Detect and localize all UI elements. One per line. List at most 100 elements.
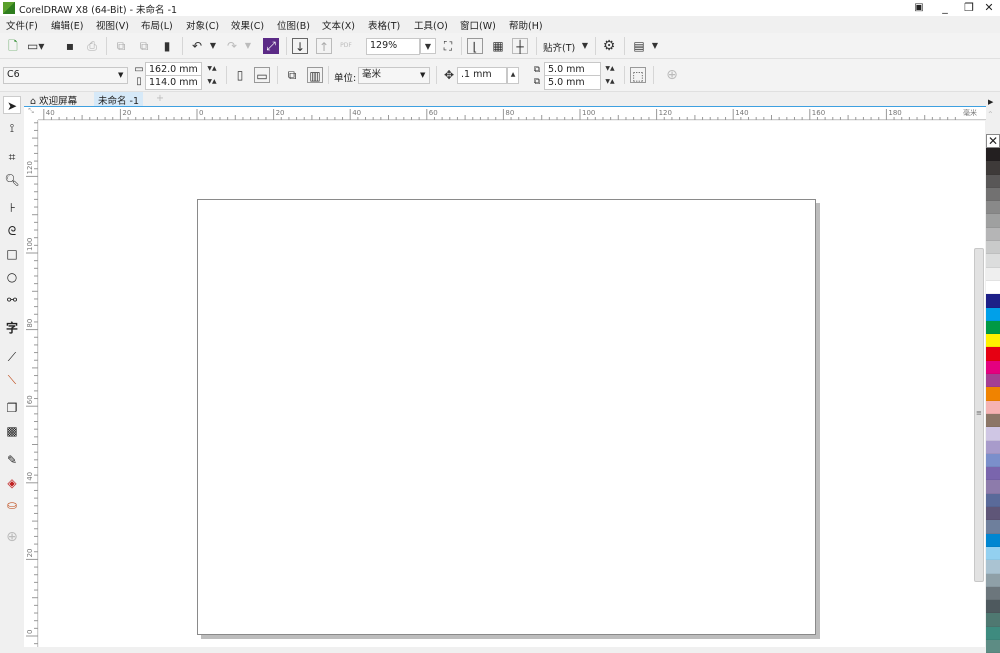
open-folder-icon[interactable]: ▭▾ (27, 38, 44, 54)
artistic-media-icon[interactable]: ᘓ (3, 222, 21, 240)
menu-view[interactable]: 视图(V) (96, 18, 129, 32)
interactive-fill-icon[interactable]: ◈ (3, 474, 21, 492)
tab-untitled-1[interactable]: 未命名 -1 (94, 92, 143, 107)
menu-effects[interactable]: 效果(C) (231, 18, 264, 32)
export-pdf-icon[interactable]: PDF (338, 38, 354, 54)
color-swatch[interactable] (986, 347, 1000, 361)
color-swatch[interactable] (986, 533, 1000, 547)
crop-tool-icon[interactable]: ⌗ (3, 148, 21, 166)
duplicate-y-spinner[interactable]: ▼▲ (600, 75, 620, 90)
zoom-tool-icon[interactable]: 🔍︎ (3, 171, 21, 189)
color-swatch[interactable] (986, 161, 1000, 175)
color-swatch[interactable] (986, 453, 1000, 468)
portrait-icon[interactable]: ▯ (232, 67, 248, 83)
shape-tool-icon[interactable]: ⟟ (3, 119, 21, 137)
zoom-dropdown-icon[interactable]: ▼ (420, 38, 436, 54)
menu-file[interactable]: 文件(F) (6, 18, 38, 32)
ellipse-tool-icon[interactable]: ○ (3, 268, 21, 286)
color-swatch[interactable] (986, 600, 1000, 614)
color-swatch[interactable] (986, 334, 1000, 348)
undo-icon[interactable]: ↶ (189, 38, 205, 54)
new-tab-button[interactable]: + (152, 92, 168, 106)
export-icon[interactable]: ↑ (316, 38, 332, 54)
palette-scroll-up-icon[interactable]: ⌃ (987, 110, 994, 119)
color-swatch[interactable] (986, 187, 1000, 202)
launcher-dropdown-icon[interactable]: ▼ (647, 38, 663, 54)
treat-as-filled-icon[interactable]: ⬚ (630, 67, 646, 83)
parallel-dimension-icon[interactable]: ⟋ (3, 348, 21, 366)
import-icon[interactable]: ↓ (292, 38, 308, 54)
color-swatch[interactable] (986, 507, 1000, 521)
color-swatch[interactable] (986, 639, 1000, 653)
color-swatch[interactable] (986, 560, 1000, 574)
menu-layout[interactable]: 布局(L) (141, 18, 173, 32)
color-swatch[interactable] (986, 493, 1000, 508)
color-swatch[interactable] (986, 227, 1000, 242)
color-swatch[interactable] (986, 586, 1000, 601)
copy-icon[interactable]: ⧉ (136, 38, 152, 54)
color-swatch[interactable] (986, 573, 1000, 587)
menu-object[interactable]: 对象(C) (186, 18, 219, 32)
color-eyedropper-icon[interactable]: ✎ (3, 451, 21, 469)
horizontal-ruler[interactable]: 40 20 0 20 40 60 80 100 120 140 160 180 毫米 (38, 107, 986, 120)
save-icon[interactable]: ▪ (62, 38, 78, 54)
account-icon[interactable]: ▣ (906, 0, 932, 16)
paste-icon[interactable]: ▮ (159, 38, 175, 54)
vertical-scrollbar[interactable]: ≡ (974, 248, 984, 582)
close-button[interactable]: ✕ (976, 0, 1000, 16)
cut-icon[interactable]: ⧉ (113, 38, 129, 54)
menu-table[interactable]: 表格(T) (368, 18, 400, 32)
redo-icon[interactable]: ↷ (224, 38, 240, 54)
polygon-tool-icon[interactable]: ⚯ (3, 291, 21, 309)
page-height-input[interactable]: 114.0 mm (145, 75, 202, 90)
color-swatch[interactable] (986, 480, 1000, 494)
color-swatch[interactable] (986, 174, 1000, 188)
color-swatch[interactable] (986, 427, 1000, 441)
text-tool-icon[interactable]: 字 (3, 319, 21, 337)
drop-shadow-icon[interactable]: ❐ (3, 399, 21, 417)
color-swatch[interactable] (986, 387, 1000, 401)
all-pages-icon[interactable]: ⧉ (284, 67, 300, 83)
connector-tool-icon[interactable]: ⟍ (3, 371, 21, 389)
color-swatch[interactable] (986, 467, 1000, 481)
menu-window[interactable]: 窗口(W) (460, 18, 496, 32)
color-swatch[interactable] (986, 400, 1000, 414)
nudge-spinner[interactable]: ▲ (507, 67, 519, 84)
color-swatch[interactable] (986, 320, 1000, 335)
rectangle-tool-icon[interactable]: □ (3, 245, 21, 263)
show-grid-icon[interactable]: ▦ (490, 38, 506, 54)
no-color-swatch[interactable]: ✕ (986, 134, 1000, 148)
menu-tools[interactable]: 工具(O) (414, 18, 448, 32)
color-swatch[interactable] (986, 546, 1000, 561)
tab-welcome-screen[interactable]: ⌂ 欢迎屏幕 (26, 92, 81, 107)
height-spinner[interactable]: ▼▲ (202, 75, 222, 90)
full-screen-icon[interactable]: ⛶ (440, 38, 456, 54)
search-content-icon[interactable]: ⤢ (263, 38, 279, 54)
color-swatch[interactable] (986, 360, 1000, 375)
add-icon[interactable]: ⊕ (664, 67, 680, 83)
application-launcher-icon[interactable]: ▤ (631, 38, 647, 54)
color-swatch[interactable] (986, 626, 1000, 640)
vertical-ruler[interactable]: 120 100 80 60 40 20 0 (24, 120, 38, 647)
color-swatch[interactable] (986, 267, 1000, 281)
show-guidelines-icon[interactable]: ┼ (512, 38, 528, 54)
color-swatch[interactable] (986, 214, 1000, 228)
color-swatch[interactable] (986, 374, 1000, 388)
color-swatch[interactable] (986, 201, 1000, 215)
undo-dropdown-icon[interactable]: ▼ (205, 38, 221, 54)
new-document-icon[interactable]: 🗋 (5, 38, 21, 54)
print-icon[interactable]: ⎙ (84, 38, 100, 54)
smart-fill-icon[interactable]: ⛀ (3, 496, 21, 514)
add-tool-icon[interactable]: ⊕ (3, 528, 21, 546)
color-swatch[interactable] (986, 413, 1000, 428)
docker-expand-icon[interactable]: ▶ (988, 98, 993, 106)
options-gear-icon[interactable]: ⚙ (601, 38, 617, 54)
duplicate-y-input[interactable]: 5.0 mm (544, 75, 601, 90)
menu-edit[interactable]: 编辑(E) (51, 18, 83, 32)
pick-tool-icon[interactable]: ➤ (3, 96, 21, 114)
document-page[interactable] (197, 199, 816, 635)
menu-text[interactable]: 文本(X) (322, 18, 355, 32)
menu-help[interactable]: 帮助(H) (509, 18, 543, 32)
color-swatch[interactable] (986, 254, 1000, 268)
snap-to-dropdown[interactable]: 贴齐(T) (543, 40, 575, 54)
